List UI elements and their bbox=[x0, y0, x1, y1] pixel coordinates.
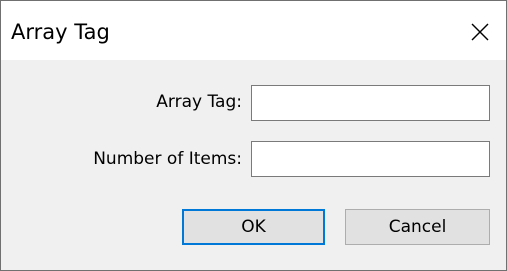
number-of-items-input[interactable] bbox=[251, 141, 490, 177]
ok-button[interactable]: OK bbox=[182, 209, 325, 245]
dialog-title: Array Tag bbox=[11, 20, 110, 44]
number-of-items-label: Number of Items: bbox=[93, 149, 242, 169]
close-button[interactable] bbox=[460, 12, 500, 52]
array-tag-input[interactable] bbox=[251, 85, 490, 121]
title-bar: Array Tag bbox=[1, 1, 506, 60]
close-icon bbox=[471, 23, 489, 41]
array-tag-label: Array Tag: bbox=[156, 92, 242, 112]
cancel-button[interactable]: Cancel bbox=[345, 209, 490, 245]
array-tag-dialog: Array Tag Array Tag: Number of Items: OK… bbox=[0, 0, 507, 271]
